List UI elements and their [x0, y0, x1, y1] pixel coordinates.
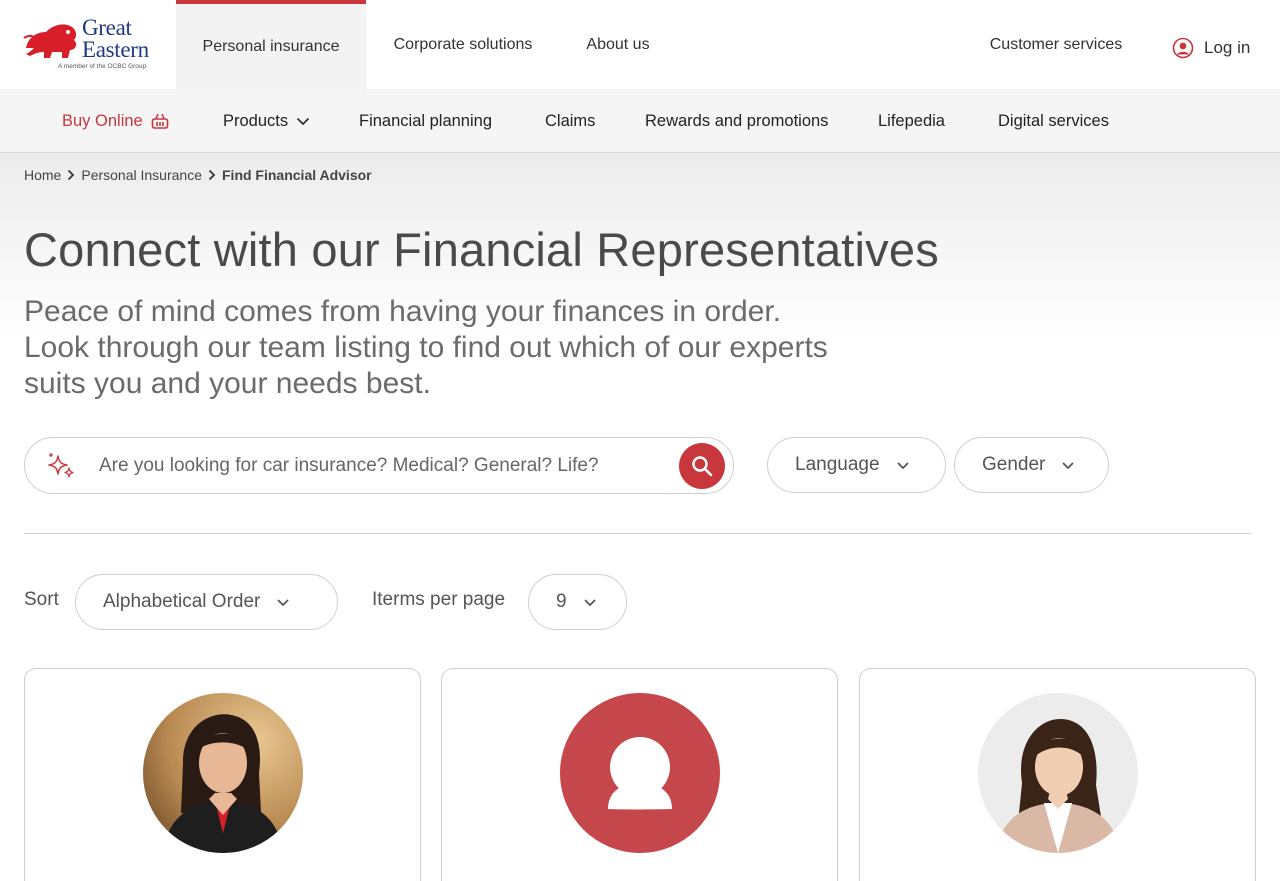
search-button[interactable]	[679, 443, 725, 489]
top-header: Great Eastern A member of the OCBC Group…	[0, 0, 1280, 89]
user-circle-icon	[1172, 37, 1194, 59]
sparkle-icon	[48, 453, 74, 478]
financial-planning-link[interactable]: Financial planning	[359, 89, 492, 153]
chevron-right-icon	[208, 169, 216, 181]
advisor-placeholder-avatar	[560, 693, 720, 853]
breadcrumb: Home Personal Insurance Find Financial A…	[24, 167, 372, 183]
products-label: Products	[223, 111, 289, 130]
search-input[interactable]	[99, 448, 679, 484]
customer-services-link[interactable]: Customer services	[970, 0, 1142, 89]
digital-services-link[interactable]: Digital services	[998, 89, 1109, 153]
gender-filter[interactable]: Gender	[954, 437, 1109, 493]
divider	[24, 533, 1251, 534]
language-filter-label: Language	[795, 454, 880, 475]
search-bar	[24, 437, 734, 494]
tab-about-us[interactable]: About us	[570, 0, 666, 89]
products-menu[interactable]: Products	[223, 89, 310, 153]
items-per-page-value: 9	[556, 591, 567, 612]
brand-name-line2: Eastern	[82, 37, 149, 62]
page-subtitle: Peace of mind comes from having your fin…	[24, 294, 984, 402]
advisor-card[interactable]	[24, 668, 421, 881]
sort-label: Sort	[24, 589, 59, 610]
login-button[interactable]: Log in	[1172, 36, 1250, 60]
buy-online-link[interactable]: Buy Online	[62, 89, 169, 153]
tab-corporate-solutions[interactable]: Corporate solutions	[376, 0, 550, 89]
sort-value: Alphabetical Order	[103, 591, 261, 612]
secondary-nav: Buy Online Products Financial planning C…	[0, 89, 1280, 153]
search-icon	[692, 456, 713, 477]
chevron-down-icon	[277, 598, 290, 606]
user-placeholder-icon	[560, 693, 720, 853]
breadcrumb-current: Find Financial Advisor	[222, 167, 372, 183]
chevron-right-icon	[68, 169, 75, 181]
lion-icon	[23, 24, 77, 58]
page-title: Connect with our Financial Representativ…	[24, 223, 939, 276]
chevron-down-icon	[1062, 461, 1075, 469]
breadcrumb-home[interactable]: Home	[24, 167, 61, 183]
rewards-link[interactable]: Rewards and promotions	[645, 89, 828, 153]
subtitle-line-2: Look through our team listing to find ou…	[24, 331, 828, 364]
sort-dropdown[interactable]: Alphabetical Order	[75, 574, 338, 630]
lifepedia-link[interactable]: Lifepedia	[878, 89, 945, 153]
login-label: Log in	[1204, 38, 1251, 57]
advisor-card[interactable]	[859, 668, 1256, 881]
chevron-down-icon	[583, 598, 596, 606]
brand-tagline: A member of the OCBC Group	[58, 63, 147, 70]
chevron-down-icon	[896, 461, 909, 469]
shopping-basket-icon	[151, 113, 169, 129]
subtitle-line-3: suits you and your needs best.	[24, 367, 431, 400]
advisor-photo	[978, 693, 1138, 853]
language-filter[interactable]: Language	[767, 437, 946, 493]
chevron-down-icon	[296, 117, 310, 125]
advisor-card[interactable]	[441, 668, 838, 881]
breadcrumb-personal-insurance[interactable]: Personal Insurance	[81, 167, 202, 183]
items-per-page-dropdown[interactable]: 9	[528, 574, 627, 630]
advisor-photo	[143, 693, 303, 853]
great-eastern-logo[interactable]: Great Eastern A member of the OCBC Group	[22, 16, 162, 74]
tab-personal-insurance[interactable]: Personal insurance	[176, 0, 366, 89]
claims-link[interactable]: Claims	[545, 89, 595, 153]
buy-online-label: Buy Online	[62, 111, 143, 130]
gender-filter-label: Gender	[982, 454, 1046, 475]
items-per-page-label: Iterms per page	[372, 589, 506, 610]
subtitle-line-1: Peace of mind comes from having your fin…	[24, 295, 782, 328]
